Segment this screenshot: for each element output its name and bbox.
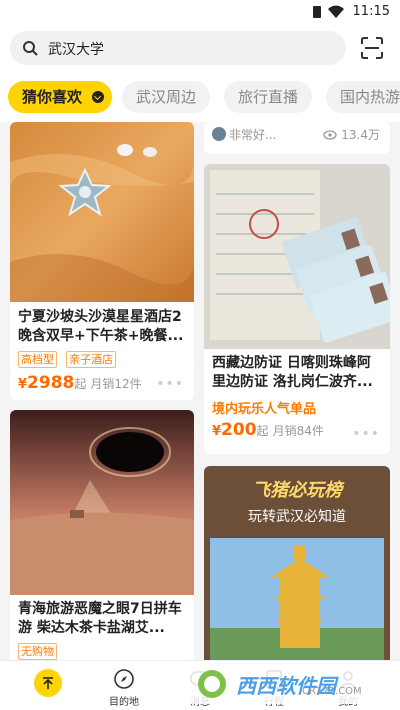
desert-hotel-image xyxy=(10,122,194,302)
compass-icon xyxy=(114,669,134,689)
category-tabs: 猜你喜欢 武汉周边 旅行直播 国内热游 xyxy=(0,72,400,122)
view-count: 13.4万 xyxy=(323,126,380,143)
devils-eye-image xyxy=(10,410,194,595)
wifi-icon xyxy=(328,5,344,18)
tag: 高档型 xyxy=(18,351,57,368)
tab-label: 旅行直播 xyxy=(238,88,299,106)
search-bar[interactable]: 武汉大学 xyxy=(10,31,346,65)
avatar xyxy=(212,127,226,141)
tab-travel-live[interactable]: 旅行直播 xyxy=(224,81,313,113)
tab-label: 猜你喜欢 xyxy=(22,88,83,106)
back-to-top-button[interactable] xyxy=(34,669,62,697)
watermark-logo-icon xyxy=(198,670,226,698)
more-icon[interactable]: ••• xyxy=(352,426,380,442)
tab-label: 国内热游 xyxy=(340,88,400,106)
card-price: ¥2988起 月销12件 xyxy=(18,373,142,393)
tab-label: 武汉周边 xyxy=(136,88,197,106)
card-title: 青海旅游恶魔之眼7日拼车游 柴达木茶卡盐湖艾... xyxy=(18,601,182,636)
price-unit: 起 xyxy=(74,377,87,391)
nav-destination[interactable]: 目的地 xyxy=(94,667,154,708)
price-currency: ¥ xyxy=(18,377,28,392)
status-bar: 11:15 xyxy=(0,0,400,26)
more-icon[interactable]: ••• xyxy=(156,376,184,392)
card-title: 西藏边防证 日喀则珠峰阿里边防证 洛扎岗仁波齐... xyxy=(212,355,373,390)
tag: 亲子酒店 xyxy=(66,351,117,368)
watermark-sub: CR173.COM xyxy=(302,686,362,697)
card-tags: 高档型 亲子酒店 xyxy=(18,348,120,368)
price-value: 200 xyxy=(221,420,257,440)
chevron-down-icon xyxy=(92,91,105,103)
border-permit-image xyxy=(204,164,390,349)
back-to-top-icon xyxy=(43,677,53,689)
nav-label: 目的地 xyxy=(109,697,139,708)
product-card[interactable]: 青海旅游恶魔之眼7日拼车游 柴达木茶卡盐湖艾... 无购物 xyxy=(10,410,194,660)
battery-icon xyxy=(313,6,321,18)
yellow-crane-tower-image xyxy=(210,538,384,660)
tab-wuhan-nearby[interactable]: 武汉周边 xyxy=(122,81,211,113)
tag: 无购物 xyxy=(18,643,57,660)
product-card-price-row: ¥2988起 月销12件 ••• xyxy=(10,370,194,400)
card-price: ¥200起 月销84件 xyxy=(212,420,324,440)
header: 武汉大学 xyxy=(0,26,400,72)
author-name: 非常好... xyxy=(229,128,277,142)
price-value: 2988 xyxy=(27,373,75,393)
card-title: 宁夏沙坡头沙漠星星酒店2晚含双早+下午茶+晚餐... xyxy=(18,309,184,344)
product-card[interactable]: 西藏边防证 日喀则珠峰阿里边防证 洛扎岗仁波齐... 境内玩乐人气单品 ¥200… xyxy=(204,164,390,454)
product-card[interactable]: 宁夏沙坡头沙漠星星酒店2晚含双早+下午茶+晚餐... 高档型 亲子酒店 xyxy=(10,122,194,372)
card-tags: 无购物 xyxy=(18,640,61,660)
banner-subtitle: 玩转武汉必知道 xyxy=(248,509,346,525)
tab-domestic-hot[interactable]: 国内热游 xyxy=(326,81,400,113)
views-value: 13.4万 xyxy=(341,128,380,142)
feed: 宁夏沙坡头沙漠星星酒店2晚含双早+下午茶+晚餐... 高档型 亲子酒店 ¥298… xyxy=(0,122,400,660)
promo-label: 境内玩乐人气单品 xyxy=(212,402,317,417)
search-input[interactable]: 武汉大学 xyxy=(48,39,104,59)
scan-icon[interactable] xyxy=(360,36,384,60)
tab-guess-you-like[interactable]: 猜你喜欢 xyxy=(8,81,113,113)
card-author: 非常好... xyxy=(212,126,276,143)
price-currency: ¥ xyxy=(212,424,222,439)
price-unit: 起 xyxy=(256,424,269,438)
status-time: 11:15 xyxy=(352,4,390,19)
sales-count: 月销84件 xyxy=(272,424,324,438)
eye-icon xyxy=(323,130,338,140)
ranking-card[interactable]: 飞猪必玩榜 玩转武汉必知道 xyxy=(204,466,390,660)
sales-count: 月销12件 xyxy=(90,377,142,391)
content-card[interactable]: 非常好... 13.4万 xyxy=(204,122,390,154)
watermark: 西西软件园 CR173.COM xyxy=(186,664,382,704)
search-icon xyxy=(23,41,38,56)
banner-title: 飞猪必玩榜 xyxy=(252,480,342,501)
